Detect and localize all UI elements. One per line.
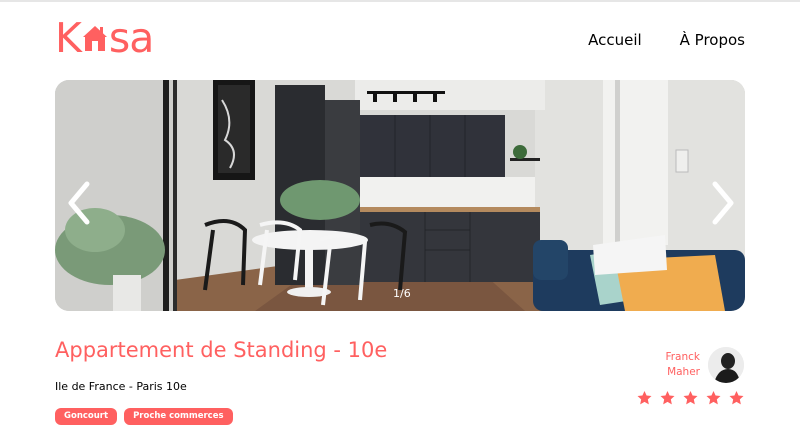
chevron-left-icon[interactable] — [63, 180, 97, 226]
star-icon — [660, 391, 675, 405]
house-icon — [82, 26, 107, 51]
star-icon — [729, 391, 744, 405]
chevron-right-icon[interactable] — [705, 180, 739, 226]
rating-stars — [636, 390, 745, 406]
image-counter: 1/6 — [393, 287, 411, 300]
nav-link-a-propos[interactable]: À Propos — [680, 30, 745, 50]
tag: Proche commerces — [124, 408, 233, 425]
nav-link-accueil[interactable]: Accueil — [588, 30, 642, 50]
logo[interactable]: K sa — [55, 14, 154, 62]
image-carousel: 1/6 — [55, 80, 745, 311]
star-icon — [683, 391, 698, 405]
star-icon — [637, 391, 652, 405]
top-divider — [0, 0, 800, 2]
host-last-name: Maher — [667, 366, 700, 378]
host-info: Franck Maher — [665, 347, 744, 383]
host-first-name: Franck — [665, 351, 700, 363]
tag-list: Goncourt Proche commerces — [55, 408, 233, 425]
host-name: Franck Maher — [665, 350, 700, 380]
tag: Goncourt — [55, 408, 118, 425]
host-avatar — [708, 347, 744, 383]
listing-title: Appartement de Standing - 10e — [55, 338, 388, 362]
logo-letter-k: K — [55, 14, 82, 62]
listing-location: Ile de France - Paris 10e — [55, 380, 187, 393]
logo-letters-sa: sa — [108, 14, 154, 62]
star-icon — [706, 391, 721, 405]
main-nav: Accueil À Propos — [588, 30, 745, 50]
apartment-photo — [55, 80, 745, 311]
